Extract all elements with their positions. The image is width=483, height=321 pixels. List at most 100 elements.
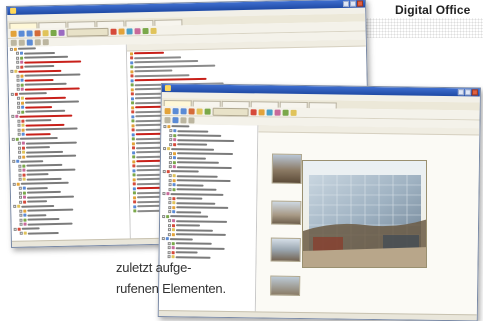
refresh-icon[interactable]: [205, 108, 211, 114]
tab[interactable]: [154, 19, 182, 26]
close-icon[interactable]: [357, 1, 363, 7]
expand-toggle-icon[interactable]: [16, 74, 19, 77]
expand-toggle-icon[interactable]: [18, 155, 21, 158]
expand-toggle-icon[interactable]: [19, 200, 22, 203]
expand-toggle-icon[interactable]: [17, 88, 20, 91]
search-field[interactable]: [213, 107, 249, 116]
expand-toggle-icon[interactable]: [18, 164, 21, 167]
expand-toggle-icon[interactable]: [168, 219, 171, 222]
expand-toggle-icon[interactable]: [163, 125, 166, 128]
delete-icon[interactable]: [110, 28, 116, 34]
expand-toggle-icon[interactable]: [168, 233, 171, 236]
expand-toggle-icon[interactable]: [16, 61, 19, 64]
settings-icon[interactable]: [283, 109, 289, 115]
expand-toggle-icon[interactable]: [169, 138, 172, 141]
mail-icon[interactable]: [259, 109, 265, 115]
expand-toggle-icon[interactable]: [14, 228, 17, 231]
photo-preview[interactable]: [302, 160, 427, 268]
forward-arrow-icon[interactable]: [27, 30, 33, 36]
expand-toggle-icon[interactable]: [17, 110, 20, 113]
tab[interactable]: [280, 102, 308, 108]
expand-toggle-icon[interactable]: [19, 191, 22, 194]
forward-arrow-icon[interactable]: [181, 108, 187, 114]
expand-toggle-icon[interactable]: [168, 188, 171, 191]
expand-toggle-icon[interactable]: [168, 206, 171, 209]
pencil-icon[interactable]: [150, 27, 156, 33]
tab[interactable]: [222, 101, 250, 107]
expand-toggle-icon[interactable]: [18, 133, 21, 136]
expand-toggle-icon[interactable]: [16, 52, 19, 55]
expand-toggle-icon[interactable]: [18, 142, 21, 145]
edit-icon[interactable]: [134, 28, 140, 34]
view-icon[interactable]: [11, 40, 17, 46]
expand-toggle-icon[interactable]: [168, 197, 171, 200]
home-icon[interactable]: [189, 108, 195, 114]
refresh-icon[interactable]: [51, 29, 57, 35]
expand-toggle-icon[interactable]: [168, 228, 171, 231]
expand-toggle-icon[interactable]: [168, 242, 171, 245]
expand-toggle-icon[interactable]: [12, 138, 15, 141]
view-icon[interactable]: [172, 117, 178, 123]
expand-toggle-icon[interactable]: [19, 196, 22, 199]
view-icon[interactable]: [27, 39, 33, 45]
view-icon[interactable]: [35, 39, 41, 45]
thumbnail-image[interactable]: [272, 154, 302, 184]
folder-icon[interactable]: [165, 108, 171, 114]
expand-toggle-icon[interactable]: [163, 147, 166, 150]
expand-toggle-icon[interactable]: [19, 178, 22, 181]
expand-toggle-icon[interactable]: [18, 146, 21, 149]
expand-toggle-icon[interactable]: [18, 128, 21, 131]
print-icon[interactable]: [126, 28, 132, 34]
expand-toggle-icon[interactable]: [169, 143, 172, 146]
expand-toggle-icon[interactable]: [169, 156, 172, 159]
expand-toggle-icon[interactable]: [17, 124, 20, 127]
expand-toggle-icon[interactable]: [168, 224, 171, 227]
view-icon[interactable]: [188, 117, 194, 123]
expand-toggle-icon[interactable]: [18, 169, 21, 172]
expand-toggle-icon[interactable]: [17, 97, 20, 100]
close-icon[interactable]: [472, 89, 478, 95]
expand-toggle-icon[interactable]: [18, 151, 21, 154]
thumbnail-image[interactable]: [270, 276, 300, 296]
star-icon[interactable]: [197, 108, 203, 114]
view-icon[interactable]: [164, 117, 170, 123]
expand-toggle-icon[interactable]: [20, 232, 23, 235]
pencil-icon[interactable]: [291, 109, 297, 115]
expand-toggle-icon[interactable]: [168, 246, 171, 249]
expand-toggle-icon[interactable]: [169, 129, 172, 132]
expand-toggle-icon[interactable]: [13, 183, 16, 186]
expand-toggle-icon[interactable]: [162, 237, 165, 240]
tab[interactable]: [164, 100, 192, 106]
expand-toggle-icon[interactable]: [19, 187, 22, 190]
expand-toggle-icon[interactable]: [19, 218, 22, 221]
thumbnail-image[interactable]: [271, 201, 301, 225]
print-icon[interactable]: [267, 109, 273, 115]
expand-toggle-icon[interactable]: [169, 165, 172, 168]
view-icon[interactable]: [180, 117, 186, 123]
expand-toggle-icon[interactable]: [13, 205, 16, 208]
home-icon[interactable]: [35, 30, 41, 36]
expand-toggle-icon[interactable]: [10, 48, 13, 51]
tab[interactable]: [38, 22, 66, 29]
expand-toggle-icon[interactable]: [10, 70, 13, 73]
tab[interactable]: [67, 21, 95, 28]
expand-toggle-icon[interactable]: [17, 79, 20, 82]
expand-toggle-icon[interactable]: [19, 209, 22, 212]
edit-icon[interactable]: [275, 109, 281, 115]
expand-toggle-icon[interactable]: [17, 119, 20, 122]
expand-toggle-icon[interactable]: [169, 152, 172, 155]
tab[interactable]: [96, 21, 124, 28]
maximize-icon[interactable]: [465, 89, 471, 95]
tab[interactable]: [251, 101, 279, 107]
mail-icon[interactable]: [118, 28, 124, 34]
back-arrow-icon[interactable]: [19, 30, 25, 36]
tag-icon[interactable]: [59, 29, 65, 35]
view-icon[interactable]: [19, 40, 25, 46]
delete-icon[interactable]: [251, 109, 257, 115]
settings-icon[interactable]: [142, 28, 148, 34]
expand-toggle-icon[interactable]: [19, 214, 22, 217]
expand-toggle-icon[interactable]: [162, 215, 165, 218]
expand-toggle-icon[interactable]: [16, 65, 19, 68]
tab[interactable]: [309, 102, 337, 108]
search-field[interactable]: [66, 27, 108, 36]
